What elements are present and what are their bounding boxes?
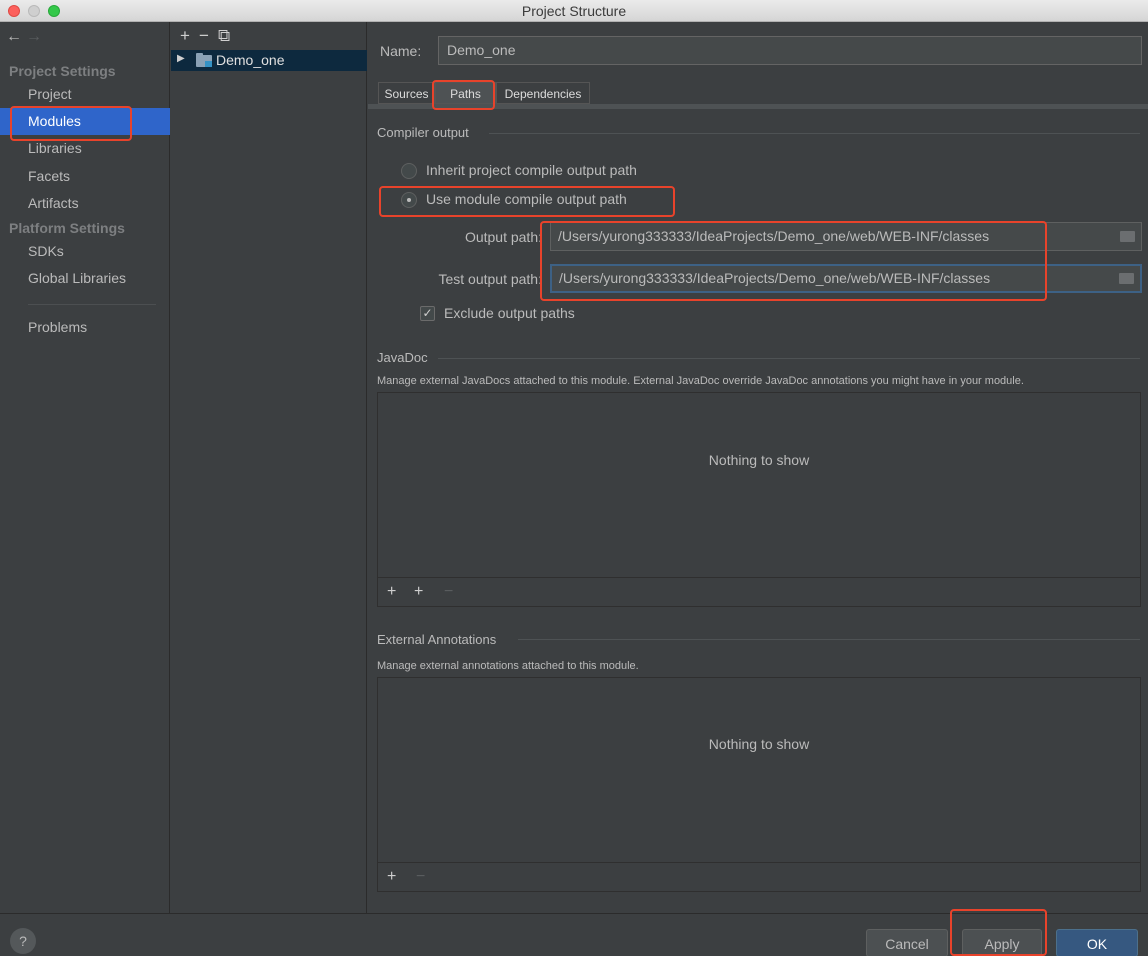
remove-annotation-button[interactable]: −	[416, 868, 425, 886]
tree-item-demo-one[interactable]: ▶ Demo_one	[171, 50, 367, 71]
module-folder-icon	[196, 53, 212, 67]
use-module-output-label: Use module compile output path	[426, 191, 627, 207]
copy-module-button[interactable]: ⧉	[218, 26, 237, 46]
forward-arrow-icon[interactable]: →	[26, 28, 46, 46]
tab-dependencies[interactable]: Dependencies	[496, 82, 590, 104]
exclude-output-checkbox[interactable]: ✓	[420, 306, 435, 321]
sidebar-divider	[28, 304, 156, 305]
tab-strip	[368, 104, 1148, 109]
sidebar-item-artifacts[interactable]: Artifacts	[0, 190, 170, 217]
javadoc-empty-text: Nothing to show	[708, 452, 810, 468]
test-output-path-label: Test output path:	[438, 271, 542, 287]
project-settings-header: Project Settings	[9, 63, 116, 79]
javadoc-description: Manage external JavaDocs attached to thi…	[377, 375, 1024, 387]
exclude-output-label: Exclude output paths	[444, 305, 575, 321]
module-tree: + − ⧉ ▶ Demo_one	[171, 22, 367, 913]
external-annotations-list[interactable]: Nothing to show + −	[377, 677, 1141, 892]
cancel-button[interactable]: Cancel	[866, 929, 948, 956]
sidebar-item-libraries[interactable]: Libraries	[0, 135, 170, 162]
compiler-output-title: Compiler output	[377, 125, 469, 140]
external-annotations-description: Manage external annotations attached to …	[377, 660, 639, 672]
module-tree-label: Demo_one	[216, 52, 285, 68]
add-javadoc-button[interactable]: +	[387, 583, 396, 601]
inherit-output-label: Inherit project compile output path	[426, 162, 637, 178]
nav-arrows: ← →	[6, 28, 46, 46]
output-path-value: /Users/yurong333333/IdeaProjects/Demo_on…	[558, 228, 990, 244]
use-module-output-radio[interactable]	[401, 192, 417, 208]
sidebar-item-problems[interactable]: Problems	[0, 314, 170, 341]
inherit-output-radio[interactable]	[401, 163, 417, 179]
external-annotations-empty-text: Nothing to show	[708, 736, 810, 752]
external-annotations-title: External Annotations	[377, 632, 497, 647]
platform-settings-header: Platform Settings	[9, 220, 125, 236]
window-title: Project Structure	[521, 3, 627, 19]
sidebar-item-global-libraries[interactable]: Global Libraries	[0, 265, 170, 292]
remove-javadoc-button[interactable]: −	[444, 583, 453, 601]
sidebar-item-facets[interactable]: Facets	[0, 163, 170, 190]
javadoc-divider	[438, 358, 1140, 359]
external-annotations-toolbar: + −	[378, 862, 1140, 891]
javadoc-toolbar: + + −	[378, 577, 1140, 606]
javadoc-title: JavaDoc	[377, 350, 428, 365]
sidebar-item-project[interactable]: Project	[0, 81, 170, 108]
expand-arrow-icon[interactable]: ▶	[177, 53, 185, 64]
compiler-output-divider	[489, 133, 1140, 134]
output-path-input[interactable]: /Users/yurong333333/IdeaProjects/Demo_on…	[550, 222, 1142, 251]
external-annotations-divider	[518, 639, 1140, 640]
output-path-label: Output path:	[464, 229, 542, 245]
add-javadoc-url-button[interactable]: +	[414, 583, 423, 601]
remove-module-button[interactable]: −	[199, 26, 218, 46]
title-bar: Project Structure	[0, 0, 1148, 22]
folder-browse-icon[interactable]	[1119, 273, 1134, 284]
ok-button[interactable]: OK	[1056, 929, 1138, 956]
apply-button[interactable]: Apply	[962, 929, 1042, 956]
help-button[interactable]: ?	[10, 928, 36, 954]
sidebar-item-modules[interactable]: Modules	[0, 108, 170, 135]
add-module-button[interactable]: +	[180, 26, 199, 46]
tab-paths[interactable]: Paths	[435, 82, 496, 104]
add-annotation-button[interactable]: +	[387, 868, 396, 886]
back-arrow-icon[interactable]: ←	[6, 28, 26, 46]
folder-browse-icon[interactable]	[1120, 231, 1135, 242]
settings-sidebar: ← → Project Settings Project Modules Libr…	[0, 22, 170, 913]
test-output-path-value: /Users/yurong333333/IdeaProjects/Demo_on…	[559, 270, 991, 286]
name-label: Name:	[380, 43, 422, 59]
test-output-path-input[interactable]: /Users/yurong333333/IdeaProjects/Demo_on…	[550, 264, 1142, 293]
module-name-input[interactable]: Demo_one	[438, 36, 1142, 65]
module-settings-panel: Name: Demo_one Sources Paths Dependencie…	[368, 22, 1148, 913]
dialog-footer: ? Cancel Apply OK	[0, 913, 1148, 956]
tree-toolbar: + − ⧉	[180, 26, 237, 46]
javadoc-list[interactable]: Nothing to show + + −	[377, 392, 1141, 607]
sidebar-item-sdks[interactable]: SDKs	[0, 238, 170, 265]
tab-sources[interactable]: Sources	[378, 82, 435, 104]
